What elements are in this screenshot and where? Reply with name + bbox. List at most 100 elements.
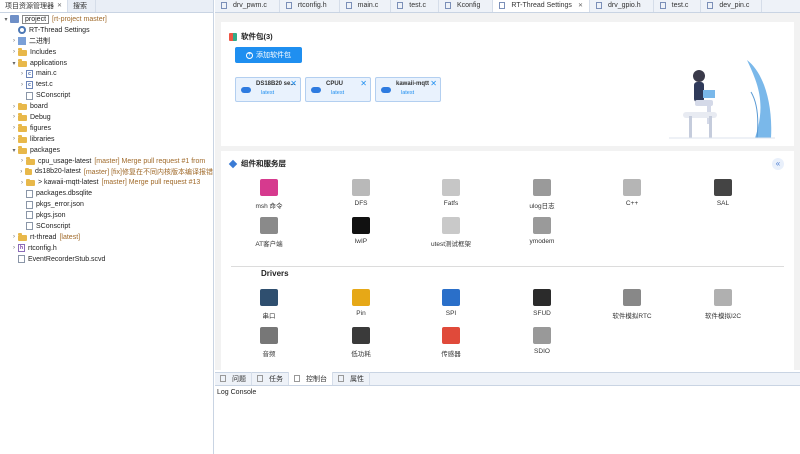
components-item[interactable]: lwIP	[331, 217, 391, 245]
tree-item[interactable]: pkgs.json	[0, 210, 213, 221]
remove-package-icon[interactable]: ✕	[360, 79, 367, 88]
console-tab[interactable]: 属性	[333, 372, 370, 385]
drivers-item[interactable]: 传感器	[421, 327, 481, 358]
editor-tab[interactable]: dev_pin.c	[701, 0, 763, 12]
expand-arrow-icon[interactable]: ›	[10, 245, 18, 251]
tree-item[interactable]: › Debug	[0, 112, 213, 123]
section-divider	[231, 266, 784, 267]
expand-arrow-icon[interactable]: ›	[10, 114, 18, 120]
packages-card: 软件包(3) + 添加软件包 DS18B20 se... latest ✕ CPUU l…	[221, 22, 794, 146]
collapse-icon[interactable]: «	[772, 158, 784, 170]
drivers-title: Drivers	[261, 269, 289, 278]
package-card[interactable]: DS18B20 se... latest ✕	[235, 77, 301, 102]
tree-item[interactable]: EventRecorderStub.scvd	[0, 254, 213, 265]
folder-icon	[26, 157, 35, 165]
components-item[interactable]: ulog日志	[512, 179, 572, 210]
expand-arrow-icon[interactable]: ▾	[10, 147, 18, 154]
tree-item[interactable]: SConscript	[0, 221, 213, 232]
add-package-button[interactable]: + 添加软件包	[235, 47, 302, 63]
drivers-item[interactable]: 软件模拟RTC	[602, 289, 662, 320]
editor-tab[interactable]: rtconfig.h	[280, 0, 340, 12]
editor-tab[interactable]: drv_gpio.h	[590, 0, 654, 12]
components-item[interactable]: C++	[602, 179, 662, 207]
tree-item[interactable]: › > kawaii-mqtt-latest [master] Merge pull…	[0, 177, 213, 188]
package-card[interactable]: CPUU latest ✕	[305, 77, 371, 102]
cpp-icon	[623, 179, 641, 196]
grid-icon	[229, 32, 237, 41]
expand-arrow-icon[interactable]: ›	[18, 71, 26, 77]
editor-tab-label: test.c	[409, 2, 426, 9]
tree-item-label: pkgs.json	[36, 211, 66, 219]
drivers-item[interactable]: SPI	[421, 289, 481, 317]
editor-tab-label: test.c	[671, 2, 689, 9]
editor-tab[interactable]: Kconfig	[439, 0, 494, 12]
tree-item[interactable]: packages.dbsqlite	[0, 188, 213, 199]
components-item[interactable]: SAL	[693, 179, 753, 207]
git-status: [rt-project master]	[52, 15, 107, 23]
editor-tab[interactable]: drv_pwm.c	[215, 0, 280, 12]
expand-arrow-icon[interactable]: ›	[18, 169, 25, 175]
tree-item[interactable]: ▾ packages	[0, 145, 213, 156]
tree-item[interactable]: › figures	[0, 123, 213, 134]
folder-icon	[26, 178, 35, 187]
drivers-item[interactable]: Pin	[331, 289, 391, 317]
package-card[interactable]: kawaii-mqtt latest ✕	[375, 77, 441, 102]
left-tab[interactable]: 搜索	[68, 0, 97, 12]
expand-arrow-icon[interactable]: ›	[10, 104, 18, 110]
drivers-item[interactable]: 低功耗	[331, 327, 391, 358]
console-tab[interactable]: 问题	[215, 372, 252, 385]
tree-item[interactable]: pkgs_error.json	[0, 199, 213, 210]
editor-tab[interactable]: test.c	[391, 0, 439, 12]
console-tab[interactable]: 任务	[252, 372, 289, 385]
cloud-icon	[381, 87, 391, 93]
tree-item[interactable]: › c main.c	[0, 68, 213, 79]
expand-arrow-icon[interactable]: ›	[10, 49, 18, 55]
tree-item[interactable]: › cpu_usage-latest [master] Merge pull req…	[0, 156, 213, 167]
tree-item[interactable]: ▾ project [rt-project master]	[0, 14, 213, 25]
editor-tab[interactable]: RT-Thread Settings ✕	[493, 0, 590, 12]
tree-item[interactable]: › board	[0, 101, 213, 112]
expand-arrow-icon[interactable]: ›	[18, 82, 26, 88]
drivers-item[interactable]: SDIO	[512, 327, 572, 355]
tree-item[interactable]: › ds18b20-latest [master] [fix]修复在不同内核版本编译…	[0, 166, 213, 177]
editor-tab[interactable]: test.c	[654, 0, 702, 12]
tree-item[interactable]: › rt-thread [latest]	[0, 232, 213, 243]
tree-item-label: cpu_usage-latest	[38, 157, 92, 165]
tree-item[interactable]: RT-Thread Settings	[0, 25, 213, 36]
drivers-item[interactable]: 音频	[239, 327, 299, 358]
components-item[interactable]: msh 命令	[239, 179, 299, 210]
drivers-item[interactable]: 软件模拟I2C	[693, 289, 753, 320]
tree-item[interactable]: SConscript	[0, 90, 213, 101]
remove-package-icon[interactable]: ✕	[290, 79, 297, 88]
expand-arrow-icon[interactable]: ▾	[10, 60, 18, 67]
remove-package-icon[interactable]: ✕	[430, 79, 437, 88]
left-tab[interactable]: 项目资源管理器 ✕	[0, 0, 69, 12]
expand-arrow-icon[interactable]: ›	[10, 234, 18, 240]
tree-item[interactable]: › Includes	[0, 47, 213, 58]
tree-item[interactable]: › c test.c	[0, 79, 213, 90]
components-item[interactable]: AT客户端	[239, 217, 299, 248]
editor-tab-label: rtconfig.h	[297, 2, 327, 9]
close-icon[interactable]: ✕	[57, 2, 62, 9]
tree-item[interactable]: › h rtconfig.h	[0, 243, 213, 254]
components-item[interactable]: utest测试框架	[421, 217, 481, 248]
close-icon[interactable]: ✕	[578, 2, 583, 9]
components-item[interactable]: DFS	[331, 179, 391, 207]
console-tab[interactable]: 控制台	[289, 372, 333, 385]
expand-arrow-icon[interactable]: ▾	[2, 16, 10, 23]
editor-tab[interactable]: main.c	[340, 0, 392, 12]
drivers-item[interactable]: 串口	[239, 289, 299, 320]
components-item[interactable]: Fatfs	[421, 179, 481, 207]
expand-arrow-icon[interactable]: ›	[10, 38, 18, 44]
expand-arrow-icon[interactable]: ›	[18, 158, 26, 164]
expand-arrow-icon[interactable]: ›	[10, 125, 18, 131]
file-icon	[659, 2, 666, 9]
expand-arrow-icon[interactable]: ›	[18, 180, 26, 186]
expand-arrow-icon[interactable]: ›	[10, 136, 18, 142]
drivers-label: SFUD	[533, 310, 551, 317]
tree-item[interactable]: › 二进制	[0, 36, 213, 47]
drivers-item[interactable]: SFUD	[512, 289, 572, 317]
tree-item[interactable]: › libraries	[0, 134, 213, 145]
tree-item[interactable]: ▾ applications	[0, 58, 213, 69]
components-item[interactable]: ymodem	[512, 217, 572, 245]
